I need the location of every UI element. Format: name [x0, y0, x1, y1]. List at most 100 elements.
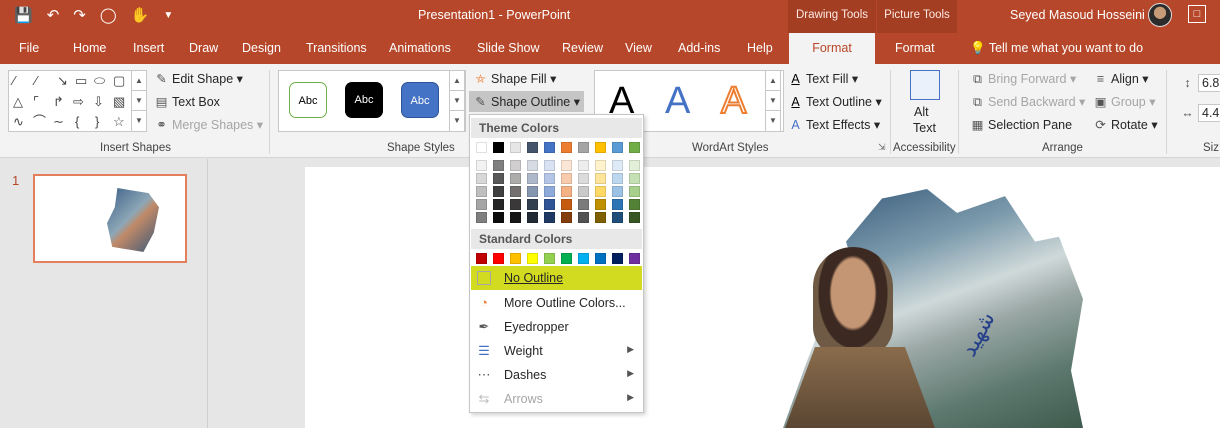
theme-shade-swatch[interactable] [527, 186, 538, 197]
theme-shade-swatch[interactable] [595, 186, 606, 197]
shape-rounded-rect-icon[interactable]: ▢ [113, 74, 125, 88]
align-button[interactable]: ≡ Align ▾ [1093, 71, 1149, 86]
shape-connector-icon[interactable]: ↱ [53, 95, 64, 109]
theme-shade-swatch[interactable] [544, 160, 555, 171]
dashes-item[interactable]: ⋯ Dashes ▶ [471, 363, 642, 387]
shape-outline-button[interactable]: ✎ Shape Outline ▾ [469, 91, 584, 112]
theme-color-swatch[interactable] [578, 142, 589, 153]
tab-add-ins[interactable]: Add-ins [678, 41, 720, 55]
theme-shade-swatch[interactable] [595, 173, 606, 184]
theme-shade-swatch[interactable] [544, 173, 555, 184]
tab-format-drawing[interactable]: Format [789, 33, 875, 64]
theme-color-swatch[interactable] [544, 142, 555, 153]
theme-shade-swatch[interactable] [561, 160, 572, 171]
standard-color-swatch[interactable] [493, 253, 504, 264]
theme-shade-swatch[interactable] [629, 173, 640, 184]
shape-star-icon[interactable]: ☆ [113, 115, 125, 129]
shape-arrow-right-icon[interactable]: ⇨ [73, 95, 84, 109]
theme-shade-swatch[interactable] [493, 199, 504, 210]
shape-arc-icon[interactable]: ⌒ [33, 115, 46, 129]
tab-file[interactable]: File [19, 41, 39, 55]
theme-shade-swatch[interactable] [527, 212, 538, 223]
alt-text-label-line2[interactable]: Text [913, 121, 936, 135]
theme-color-swatch[interactable] [595, 142, 606, 153]
standard-color-swatch[interactable] [476, 253, 487, 264]
style-swatch-blue[interactable]: Abc [401, 82, 439, 118]
tab-animations[interactable]: Animations [389, 41, 451, 55]
wordart-scroll[interactable]: ▲ ▼ ▼ [765, 70, 781, 132]
theme-shade-swatch[interactable] [578, 199, 589, 210]
arrows-item[interactable]: ⇆ Arrows ▶ [471, 387, 642, 411]
style-swatch-outline[interactable]: Abc [289, 82, 327, 118]
shape-line-icon[interactable]: ∕ [13, 74, 15, 88]
shape-styles-gallery[interactable]: Abc Abc Abc [278, 70, 466, 132]
theme-shade-swatch[interactable] [561, 173, 572, 184]
more-outline-colors-item[interactable]: ◔ More Outline Colors... [471, 291, 642, 315]
theme-shade-swatch[interactable] [544, 199, 555, 210]
shape-width-field[interactable]: ↔ 4.48 [1180, 104, 1220, 122]
customize-qat-icon[interactable]: ▼ [163, 6, 173, 26]
tab-review[interactable]: Review [562, 41, 603, 55]
text-outline-button[interactable]: A Text Outline ▾ [788, 94, 881, 109]
theme-shade-swatch[interactable] [476, 160, 487, 171]
theme-shade-swatch[interactable] [578, 173, 589, 184]
theme-shade-swatch[interactable] [561, 186, 572, 197]
tab-view[interactable]: View [625, 41, 652, 55]
user-name[interactable]: Seyed Masoud Hosseini [1010, 8, 1145, 22]
restore-icon[interactable]: □ [1188, 5, 1206, 23]
theme-shade-swatch[interactable] [578, 160, 589, 171]
shape-curve-icon[interactable]: ∿ [13, 115, 24, 129]
theme-shade-swatch[interactable] [629, 199, 640, 210]
tab-transitions[interactable]: Transitions [306, 41, 367, 55]
theme-shade-swatch[interactable] [595, 212, 606, 223]
shape-arrow-down-icon[interactable]: ⇩ [93, 95, 104, 109]
theme-shade-swatch[interactable] [510, 212, 521, 223]
shape-rectangle-icon[interactable]: ▭ [75, 74, 87, 88]
redo-icon[interactable]: ↷ [73, 6, 86, 26]
selection-pane-button[interactable]: ▦ Selection Pane [970, 117, 1073, 132]
theme-shade-swatch[interactable] [612, 173, 623, 184]
standard-color-swatch[interactable] [578, 253, 589, 264]
theme-shade-swatch[interactable] [476, 199, 487, 210]
shapes-gallery-scroll[interactable]: ▲ ▼ ▼ [131, 70, 147, 132]
slide-canvas[interactable]: شهید [305, 167, 1220, 428]
standard-color-swatch[interactable] [527, 253, 538, 264]
wordart-style-orange-outline[interactable]: A [720, 80, 747, 122]
shape-brace-icon[interactable]: { [75, 115, 79, 129]
text-effects-button[interactable]: A Text Effects ▾ [788, 117, 880, 132]
tab-draw[interactable]: Draw [189, 41, 218, 55]
theme-shade-swatch[interactable] [476, 186, 487, 197]
theme-shade-swatch[interactable] [612, 212, 623, 223]
theme-shade-swatch[interactable] [476, 212, 487, 223]
no-outline-item[interactable]: No Outline [471, 266, 642, 290]
avatar[interactable] [1148, 3, 1172, 27]
tab-home[interactable]: Home [73, 41, 106, 55]
theme-shade-swatch[interactable] [527, 199, 538, 210]
shape-fill-button[interactable]: ⛤ Shape Fill ▾ [473, 71, 556, 87]
theme-shade-swatch[interactable] [595, 199, 606, 210]
bring-forward-button[interactable]: ⧉ Bring Forward ▾ [970, 71, 1076, 87]
theme-color-swatch[interactable] [612, 142, 623, 153]
theme-shade-swatch[interactable] [629, 212, 640, 223]
theme-shade-swatch[interactable] [595, 160, 606, 171]
theme-shade-swatch[interactable] [493, 186, 504, 197]
shapes-gallery[interactable]: ∕ ∕ ↘ ▭ ⬭ ▢ △ ⌜ ↱ ⇨ ⇩ ▧ ∿ ⌒ ∼ { } ☆ [8, 70, 132, 132]
theme-color-swatch[interactable] [493, 142, 504, 153]
theme-shade-swatch[interactable] [510, 160, 521, 171]
standard-color-swatch[interactable] [629, 253, 640, 264]
text-fill-button[interactable]: A Text Fill ▾ [788, 71, 858, 86]
shape-styles-scroll[interactable]: ▲ ▼ ▼ [449, 70, 465, 132]
theme-shade-swatch[interactable] [527, 160, 538, 171]
theme-shade-swatch[interactable] [493, 212, 504, 223]
shape-width-value[interactable]: 4.48 [1198, 104, 1220, 122]
theme-shade-swatch[interactable] [612, 199, 623, 210]
send-backward-button[interactable]: ⧉ Send Backward ▾ [970, 94, 1085, 110]
tab-format-picture[interactable]: Format [895, 41, 935, 55]
theme-color-swatch[interactable] [527, 142, 538, 153]
touch-mode-icon[interactable]: ✋ [131, 6, 150, 26]
theme-shade-swatch[interactable] [578, 186, 589, 197]
start-from-beginning-icon[interactable]: ◯ [100, 6, 117, 26]
eyedropper-item[interactable]: ✒ Eyedropper [471, 315, 642, 339]
shape-oval-icon[interactable]: ⬭ [94, 74, 105, 88]
shape-line-icon[interactable]: ∕ [35, 74, 37, 88]
